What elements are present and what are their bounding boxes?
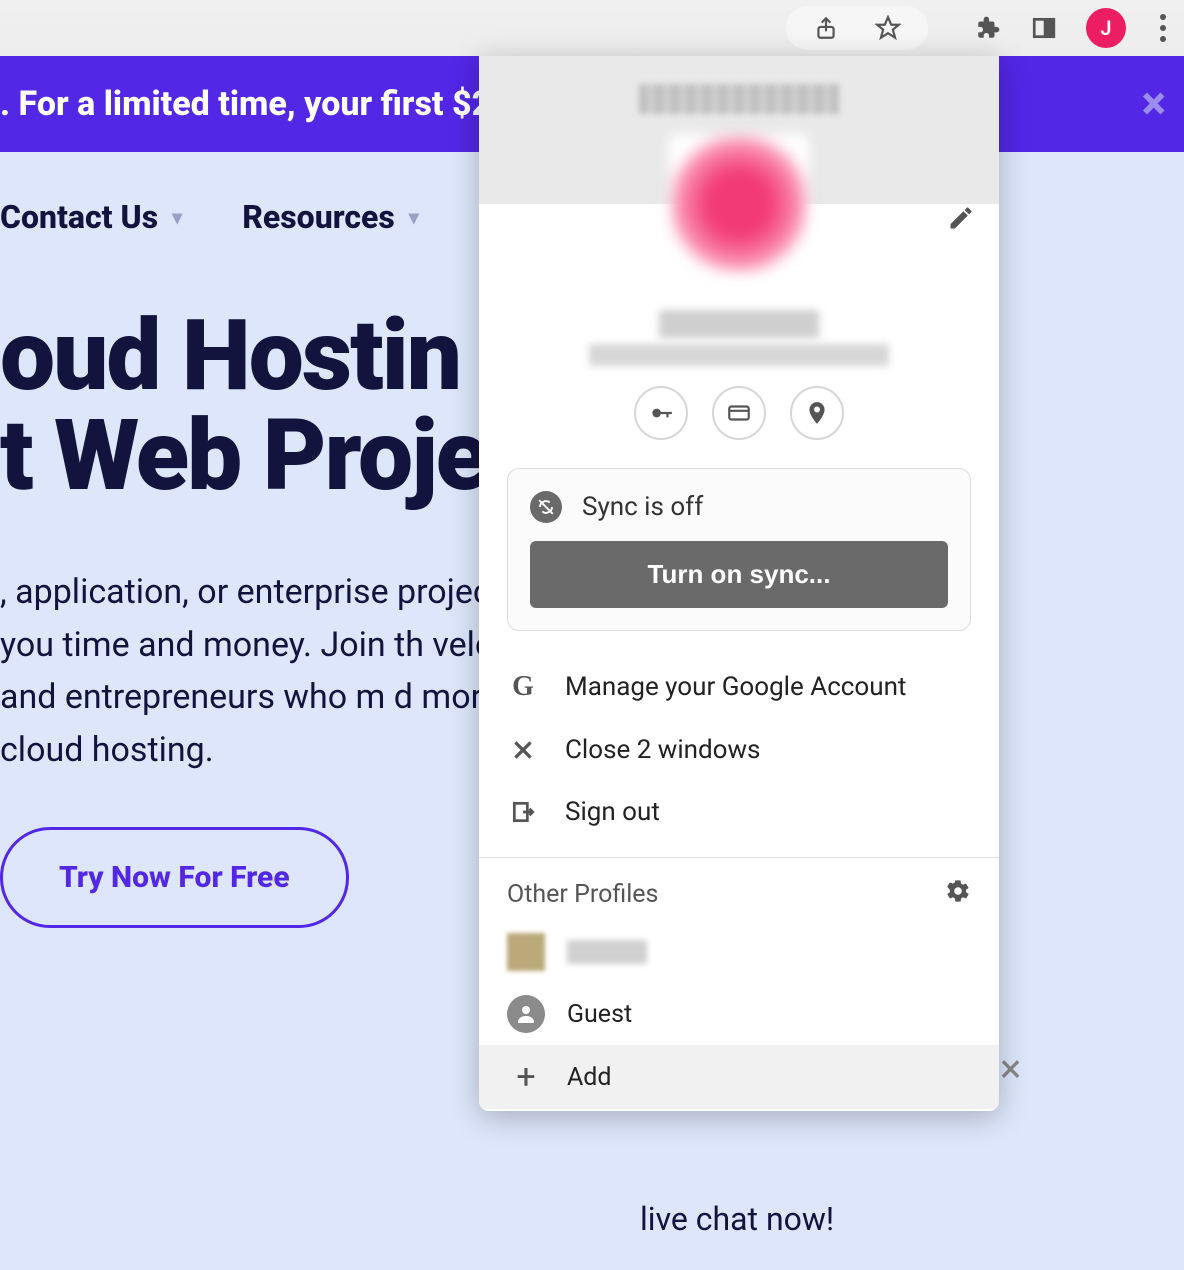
other-profile-item[interactable] <box>479 921 999 983</box>
add-profile-item[interactable]: + Add <box>479 1045 999 1109</box>
sign-out-item[interactable]: Sign out <box>479 781 999 843</box>
google-logo-icon: G <box>507 671 539 703</box>
chat-snippet: live chat now! <box>640 1200 834 1238</box>
gear-icon[interactable] <box>945 878 971 911</box>
extensions-icon[interactable] <box>974 14 1002 42</box>
edit-icon[interactable] <box>947 204 975 236</box>
kebab-menu-icon[interactable] <box>1154 14 1172 42</box>
browser-toolbar: J <box>0 0 1184 56</box>
profile-thumb-redacted <box>507 933 545 971</box>
avatar-letter: J <box>1100 16 1111 40</box>
email-redacted <box>589 344 889 366</box>
display-name-redacted <box>659 310 819 338</box>
account-name-redacted <box>639 84 839 114</box>
share-icon[interactable] <box>812 14 840 42</box>
quick-actions <box>479 386 999 440</box>
payment-icon[interactable] <box>712 386 766 440</box>
manage-account-item[interactable]: G Manage your Google Account <box>479 655 999 719</box>
guest-profile-item[interactable]: Guest <box>479 983 999 1045</box>
address-bar-actions <box>786 6 928 50</box>
turn-on-sync-button[interactable]: Turn on sync... <box>530 541 948 608</box>
profile-avatar-large <box>669 134 809 274</box>
plus-icon: + <box>507 1057 545 1097</box>
popup-header <box>479 56 999 204</box>
sync-status-row: Sync is off <box>530 491 948 523</box>
chevron-down-icon: ▾ <box>172 205 182 229</box>
sync-status-text: Sync is off <box>582 492 703 522</box>
sync-card: Sync is off Turn on sync... <box>507 468 971 631</box>
profile-popup: Sync is off Turn on sync... G Manage you… <box>479 56 999 1111</box>
profile-name-redacted <box>567 940 647 964</box>
cta-button[interactable]: Try Now For Free <box>0 827 349 928</box>
banner-close-icon[interactable]: × <box>1142 81 1166 127</box>
popup-body: Sync is off Turn on sync... G Manage you… <box>479 204 999 1109</box>
other-profiles-header: Other Profiles <box>479 858 999 921</box>
passwords-icon[interactable] <box>634 386 688 440</box>
chat-close-icon[interactable]: × <box>1000 1045 1021 1092</box>
nav-resources[interactable]: Resources ▾ <box>242 198 419 236</box>
sign-out-icon <box>507 799 539 825</box>
chevron-down-icon: ▾ <box>409 205 419 229</box>
account-menu: G Manage your Google Account Close 2 win… <box>479 649 999 857</box>
nav-contact[interactable]: Contact Us ▾ <box>0 198 182 236</box>
bookmark-star-icon[interactable] <box>874 14 902 42</box>
profile-avatar-button[interactable]: J <box>1086 8 1126 48</box>
close-icon <box>507 737 539 763</box>
addresses-icon[interactable] <box>790 386 844 440</box>
sync-off-icon <box>530 491 562 523</box>
guest-icon <box>507 995 545 1033</box>
close-windows-item[interactable]: Close 2 windows <box>479 719 999 781</box>
panel-icon[interactable] <box>1030 14 1058 42</box>
